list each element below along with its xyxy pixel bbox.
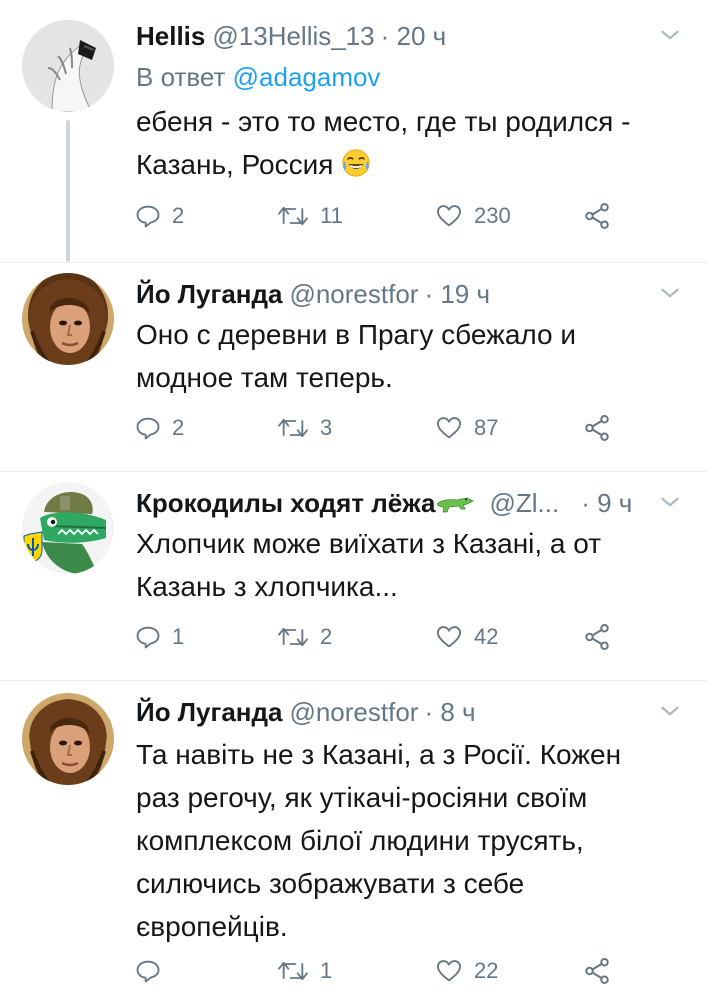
- like-button[interactable]: 87: [434, 410, 498, 446]
- tweet-text-line: силючись зображувати з себе: [136, 868, 525, 899]
- retweet-icon: [278, 627, 308, 647]
- user-handle[interactable]: @norestfor: [289, 697, 418, 728]
- tweet-text-line: Та навіть не з Казані, а з Росії. Кожен: [136, 739, 622, 770]
- reply-button[interactable]: 1: [134, 619, 184, 655]
- share-button[interactable]: [582, 953, 612, 989]
- like-count: 42: [474, 624, 499, 649]
- reply-button[interactable]: 2: [134, 198, 184, 234]
- retweet-button[interactable]: 2: [276, 619, 332, 655]
- share-icon: [585, 415, 609, 441]
- display-name[interactable]: Йо Луганда: [136, 697, 282, 728]
- tweet-3[interactable]: Крокодилы ходят лёжа @Zl... · 9 ч Хлопчи…: [0, 472, 707, 680]
- tweet-text-line: Казань, Россия: [136, 149, 334, 180]
- display-name[interactable]: Крокодилы ходят лёжа: [136, 488, 435, 519]
- face-with-tears-of-joy-emoji: [342, 149, 370, 177]
- chevron-down-icon[interactable]: [657, 280, 683, 306]
- retweet-icon: [278, 961, 308, 981]
- like-icon: [436, 960, 462, 982]
- thread-line: [66, 120, 70, 262]
- like-button[interactable]: 42: [434, 619, 498, 655]
- tweet-4[interactable]: Йо Луганда @norestfor · 8 ч Та навіть не…: [0, 681, 707, 998]
- chevron-down-icon[interactable]: [657, 698, 683, 724]
- tweet-text: Та навіть не з Казані, а з Росії. Кожен …: [136, 733, 676, 948]
- share-icon: [585, 624, 609, 650]
- like-icon: [436, 417, 462, 439]
- timestamp[interactable]: · 19 ч: [424, 279, 490, 310]
- retweet-count: 3: [320, 415, 333, 440]
- tweet-text-line: ебеня - это то место, где ты родился -: [136, 106, 631, 137]
- like-button[interactable]: 230: [434, 198, 511, 234]
- tweet-text: Оно с деревни в Прагу сбежало и модное т…: [136, 313, 676, 399]
- like-count: 87: [474, 415, 499, 440]
- reply-icon: [136, 205, 160, 228]
- timestamp[interactable]: · 20 ч: [381, 21, 447, 52]
- user-handle[interactable]: @Zl...: [489, 488, 559, 519]
- user-handle[interactable]: @13Hellis_13: [212, 21, 374, 52]
- tweet-text-line: європейців.: [136, 911, 288, 942]
- reply-icon: [136, 417, 160, 440]
- reply-prefix: В ответ: [136, 62, 226, 92]
- retweet-icon: [278, 206, 308, 226]
- reply-count: 2: [172, 415, 185, 440]
- share-icon: [585, 203, 609, 229]
- tweet-text-line: комплексом білої людини трусять,: [136, 825, 584, 856]
- user-handle[interactable]: @norestfor: [289, 279, 418, 310]
- retweet-button[interactable]: 1: [276, 953, 332, 989]
- like-button[interactable]: 22: [434, 953, 498, 989]
- crocodile-emoji: [436, 497, 475, 513]
- avatar[interactable]: [22, 20, 114, 112]
- reply-button[interactable]: [134, 953, 172, 989]
- share-button[interactable]: [582, 198, 612, 234]
- reply-button[interactable]: 2: [134, 410, 184, 446]
- reply-context: В ответ @adagamov: [136, 62, 380, 93]
- retweet-count: 1: [320, 958, 333, 983]
- like-icon: [436, 205, 462, 227]
- tweet-text-line: Хлопчик може виїхати з Казані, а от: [136, 528, 602, 559]
- retweet-icon: [278, 418, 308, 438]
- chevron-down-icon[interactable]: [657, 489, 683, 515]
- share-icon: [585, 958, 609, 984]
- like-count: 22: [474, 958, 499, 983]
- reply-icon: [136, 626, 160, 649]
- timestamp[interactable]: · 9 ч: [581, 488, 632, 519]
- avatar[interactable]: [22, 693, 114, 785]
- mention-link[interactable]: @adagamov: [233, 62, 381, 92]
- tweet-text: ебеня - это то место, где ты родился - К…: [136, 100, 676, 186]
- retweet-count: 11: [320, 203, 343, 228]
- share-button[interactable]: [582, 410, 612, 446]
- chevron-down-icon[interactable]: [657, 22, 683, 48]
- tweet-header: Hellis @13Hellis_13 · 20 ч: [136, 18, 687, 54]
- retweet-button[interactable]: 11: [276, 198, 343, 234]
- retweet-button[interactable]: 3: [276, 410, 332, 446]
- display-name[interactable]: Йо Луганда: [136, 279, 282, 310]
- avatar[interactable]: [22, 273, 114, 365]
- tweet-header: Йо Луганда @norestfor · 8 ч: [136, 694, 687, 730]
- display-name[interactable]: Hellis: [136, 21, 205, 52]
- tweet-header: Крокодилы ходят лёжа @Zl... · 9 ч: [136, 485, 687, 521]
- reply-count: 2: [172, 203, 185, 228]
- share-button[interactable]: [582, 619, 612, 655]
- retweet-count: 2: [320, 624, 333, 649]
- tweet-2[interactable]: Йо Луганда @norestfor · 19 ч Оно с дерев…: [0, 263, 707, 471]
- tweet-header: Йо Луганда @norestfor · 19 ч: [136, 276, 687, 312]
- tweet-text-line-with-emoji: Казань, Россия: [136, 143, 676, 186]
- tweet-text-line: раз регочу, як утікачі-росіяни своїм: [136, 782, 588, 813]
- tweet-1[interactable]: Hellis @13Hellis_13 · 20 ч В ответ @adag…: [0, 0, 707, 262]
- tweet-text-line: Казань з хлопчика...: [136, 571, 398, 602]
- reply-count: 1: [172, 624, 185, 649]
- like-icon: [436, 626, 462, 648]
- reply-icon: [136, 960, 160, 983]
- tweet-text-line: модное там теперь.: [136, 362, 393, 393]
- tweet-text-line: Оно с деревни в Прагу сбежало и: [136, 319, 577, 350]
- avatar[interactable]: [22, 482, 114, 574]
- like-count: 230: [474, 203, 511, 228]
- timestamp[interactable]: · 8 ч: [424, 697, 475, 728]
- tweet-text: Хлопчик може виїхати з Казані, а от Каза…: [136, 522, 676, 608]
